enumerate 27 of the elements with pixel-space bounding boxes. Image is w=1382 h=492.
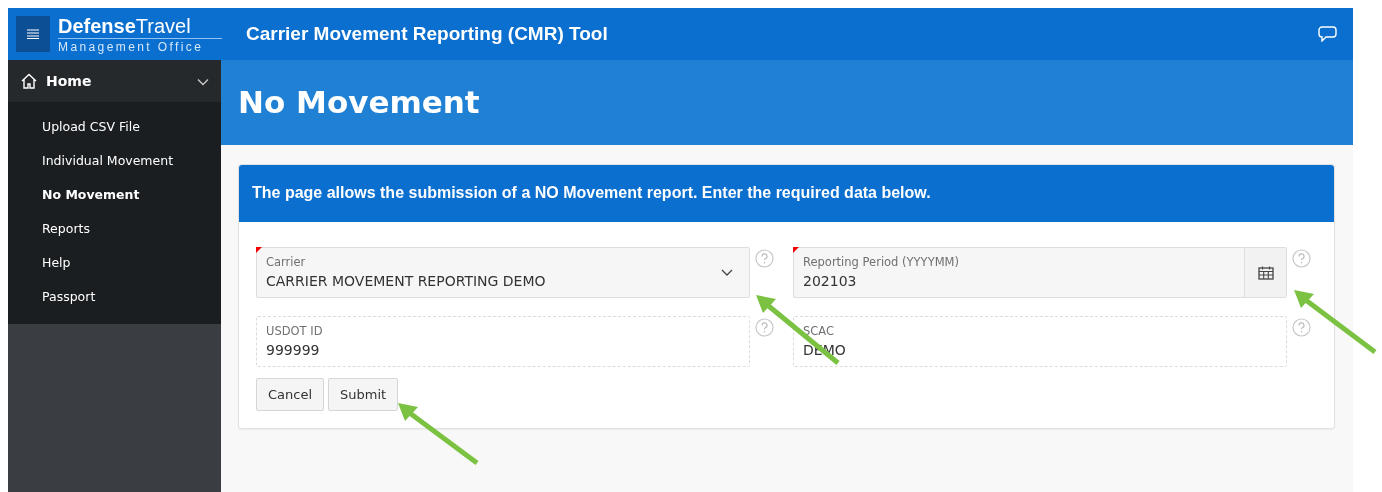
menu-item[interactable]: Individual Movement — [8, 144, 221, 178]
app-title: Carrier Movement Reporting (CMR) Tool — [246, 21, 608, 46]
calendar-button[interactable] — [1244, 248, 1286, 297]
logo-text: DefenseTravel — [58, 14, 192, 37]
form-button[interactable]: Submit — [328, 378, 399, 411]
feedback-icon[interactable] — [1318, 26, 1337, 42]
menu-item[interactable]: Passport — [8, 280, 221, 314]
form-description: The page allows the submission of a NO Movement report. Enter the required data below. — [239, 165, 1334, 222]
help-icon[interactable] — [1292, 249, 1311, 268]
menu-item[interactable]: No Movement — [8, 178, 221, 212]
dropdown-field[interactable]: Carrier CARRIER MOVEMENT REPORTING DEMO — [256, 247, 750, 298]
menu-item[interactable]: Home — [46, 70, 92, 92]
menu-item[interactable]: Reports — [8, 212, 221, 246]
date-field[interactable]: Reporting Period (YYYYMM) 202103 — [793, 247, 1287, 298]
chevron-icon[interactable] — [197, 77, 209, 86]
readonly-field: USDOT ID 999999 — [256, 316, 750, 367]
help-icon[interactable] — [1292, 318, 1311, 337]
calendar-icon — [1257, 265, 1274, 280]
chevron-icon — [721, 269, 733, 276]
menu-icon — [27, 29, 39, 39]
menu-item[interactable]: Help — [8, 246, 221, 280]
home-icon — [20, 73, 38, 89]
page-title: No Movement — [221, 60, 1353, 145]
logo-subtitle: Management Office — [58, 39, 205, 54]
menu-item[interactable]: Upload CSV File — [8, 110, 221, 144]
menu-button[interactable] — [16, 16, 50, 52]
form-button[interactable]: Cancel — [256, 378, 325, 411]
